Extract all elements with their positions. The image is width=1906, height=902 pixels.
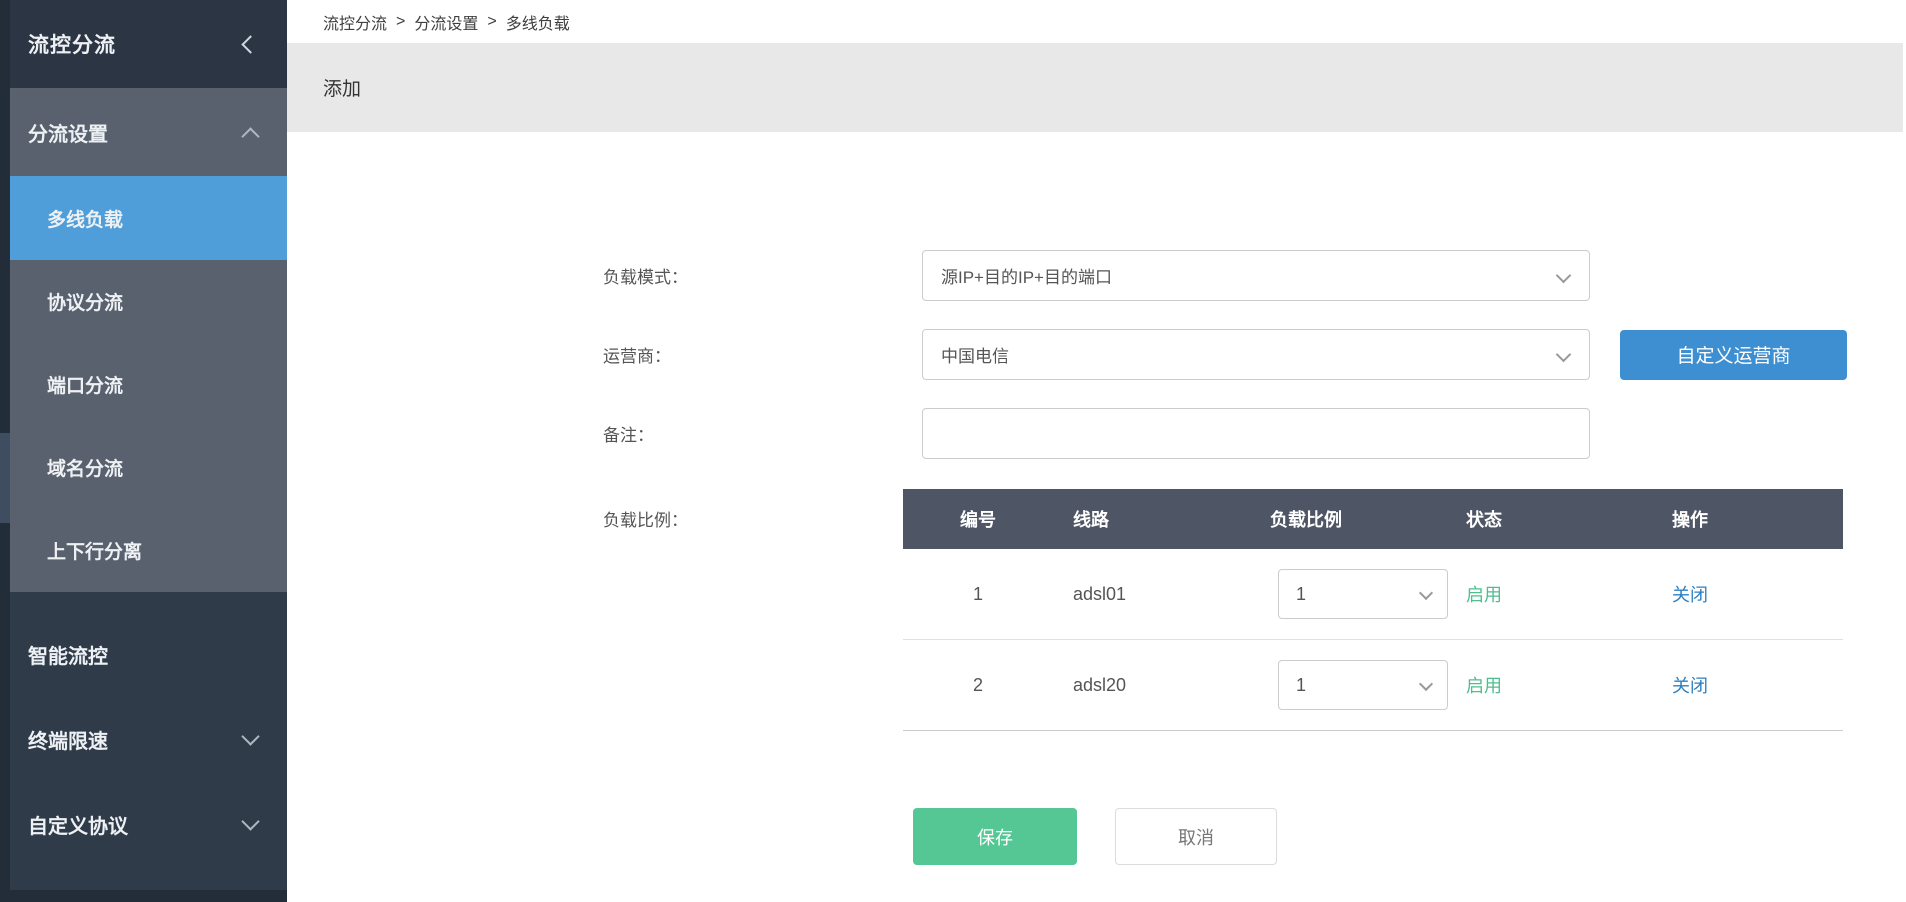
sidebar-subitem-label: 域名分流 bbox=[47, 454, 123, 481]
page-header-band: 添加 bbox=[287, 43, 1903, 132]
breadcrumb-separator: > bbox=[487, 13, 496, 31]
form-row-load-mode: 负载模式： 源IP+目的IP+目的端口 bbox=[603, 250, 1906, 301]
sidebar-scrollbar-thumb[interactable] bbox=[0, 433, 10, 523]
breadcrumb-item-flow-control[interactable]: 流控分流 bbox=[323, 10, 387, 34]
form-actions: 保存 取消 bbox=[913, 808, 1906, 865]
chevron-down-icon bbox=[1419, 677, 1433, 691]
status-enabled-toggle[interactable]: 启用 bbox=[1466, 676, 1502, 696]
sidebar-item-label: 分流设置 bbox=[28, 118, 108, 147]
sidebar-subitem-label: 端口分流 bbox=[47, 371, 123, 398]
breadcrumb-item-shunt-settings[interactable]: 分流设置 bbox=[414, 10, 478, 34]
isp-label: 运营商： bbox=[603, 342, 922, 367]
sidebar-item-updown-split[interactable]: 上下行分离 bbox=[0, 509, 287, 592]
page-title: 添加 bbox=[323, 74, 361, 101]
cancel-button[interactable]: 取消 bbox=[1115, 808, 1277, 865]
col-header-line: 线路 bbox=[1053, 506, 1243, 532]
row-line-name: adsl01 bbox=[1053, 584, 1243, 605]
isp-selected-value: 中国电信 bbox=[941, 342, 1009, 367]
col-header-action: 操作 bbox=[1598, 506, 1843, 532]
close-line-link[interactable]: 关闭 bbox=[1672, 676, 1708, 696]
sidebar-item-domain-shunt[interactable]: 域名分流 bbox=[0, 426, 287, 509]
chevron-up-icon bbox=[241, 127, 259, 145]
sidebar-item-label: 自定义协议 bbox=[28, 810, 128, 839]
table-row: 1 adsl01 1 启用 关闭 bbox=[903, 549, 1843, 640]
breadcrumb: 流控分流 > 分流设置 > 多线负载 bbox=[287, 0, 1906, 43]
form-row-isp: 运营商： 中国电信 自定义运营商 bbox=[603, 329, 1906, 380]
isp-select[interactable]: 中国电信 bbox=[922, 329, 1590, 380]
add-form: 负载模式： 源IP+目的IP+目的端口 运营商： 中国电信 自定义运营商 备注： bbox=[287, 250, 1906, 865]
sidebar-item-terminal-speed-limit[interactable]: 终端限速 bbox=[0, 697, 287, 782]
row-line-name: adsl20 bbox=[1053, 675, 1243, 696]
chevron-down-icon bbox=[1556, 268, 1572, 284]
sidebar-subitem-label: 协议分流 bbox=[47, 288, 123, 315]
sidebar-item-shunt-settings[interactable]: 分流设置 bbox=[0, 88, 287, 176]
main-content: 流控分流 > 分流设置 > 多线负载 添加 负载模式： 源IP+目的IP+目的端… bbox=[287, 0, 1906, 902]
remark-input[interactable] bbox=[922, 408, 1590, 459]
load-mode-label: 负载模式： bbox=[603, 263, 922, 288]
row-status-cell: 启用 bbox=[1458, 672, 1598, 698]
close-line-link[interactable]: 关闭 bbox=[1672, 585, 1708, 605]
chevron-down-icon bbox=[241, 812, 259, 830]
sidebar-item-label: 智能流控 bbox=[28, 640, 108, 669]
sidebar-item-multiline-load[interactable]: 多线负载 bbox=[0, 176, 287, 260]
sidebar-item-port-shunt[interactable]: 端口分流 bbox=[0, 343, 287, 426]
table-header-row: 编号 线路 负载比例 状态 操作 bbox=[903, 489, 1843, 549]
row-ratio-cell: 1 bbox=[1243, 660, 1458, 710]
sidebar-footer-strip bbox=[0, 890, 287, 902]
sidebar: 流控分流 分流设置 多线负载 协议分流 端口分流 域名分流 上下行分离 bbox=[0, 0, 287, 902]
load-mode-selected-value: 源IP+目的IP+目的端口 bbox=[941, 263, 1112, 288]
sidebar-group-shunt-settings: 分流设置 多线负载 协议分流 端口分流 域名分流 上下行分离 bbox=[0, 88, 287, 592]
form-row-load-ratio: 负载比例： 编号 线路 负载比例 状态 操作 1 adsl01 bbox=[593, 489, 1906, 731]
remark-label: 备注： bbox=[603, 421, 922, 446]
chevron-down-icon bbox=[1556, 347, 1572, 363]
status-enabled-toggle[interactable]: 启用 bbox=[1466, 585, 1502, 605]
app-window: 流控分流 分流设置 多线负载 协议分流 端口分流 域名分流 上下行分离 bbox=[0, 0, 1906, 902]
sidebar-item-smart-flow-control[interactable]: 智能流控 bbox=[0, 612, 287, 697]
col-header-status: 状态 bbox=[1458, 506, 1598, 532]
table-row: 2 adsl20 1 启用 关闭 bbox=[903, 640, 1843, 731]
ratio-select[interactable]: 1 bbox=[1278, 660, 1448, 710]
breadcrumb-item-multiline-load[interactable]: 多线负载 bbox=[506, 10, 570, 34]
sidebar-module-title[interactable]: 流控分流 bbox=[0, 0, 287, 88]
sidebar-scrollbar-track[interactable] bbox=[0, 0, 10, 902]
ratio-selected-value: 1 bbox=[1296, 584, 1306, 605]
ratio-selected-value: 1 bbox=[1296, 675, 1306, 696]
row-status-cell: 启用 bbox=[1458, 581, 1598, 607]
row-action-cell: 关闭 bbox=[1598, 672, 1843, 698]
load-mode-select[interactable]: 源IP+目的IP+目的端口 bbox=[922, 250, 1590, 301]
form-row-remark: 备注： bbox=[603, 408, 1906, 459]
sidebar-subitem-label: 上下行分离 bbox=[47, 537, 142, 564]
custom-isp-button[interactable]: 自定义运营商 bbox=[1620, 330, 1847, 380]
sidebar-item-label: 终端限速 bbox=[28, 725, 108, 754]
chevron-down-icon bbox=[241, 727, 259, 745]
save-button[interactable]: 保存 bbox=[913, 808, 1077, 865]
sidebar-item-custom-protocol[interactable]: 自定义协议 bbox=[0, 782, 287, 867]
sidebar-lower-items: 智能流控 终端限速 自定义协议 bbox=[0, 592, 287, 867]
col-header-ratio: 负载比例 bbox=[1243, 506, 1458, 532]
load-ratio-table: 编号 线路 负载比例 状态 操作 1 adsl01 1 bbox=[903, 489, 1843, 731]
ratio-select[interactable]: 1 bbox=[1278, 569, 1448, 619]
sidebar-item-protocol-shunt[interactable]: 协议分流 bbox=[0, 260, 287, 343]
collapse-sidebar-icon[interactable] bbox=[241, 35, 259, 53]
row-ratio-cell: 1 bbox=[1243, 569, 1458, 619]
sidebar-subitem-label: 多线负载 bbox=[47, 205, 123, 232]
row-number: 1 bbox=[903, 584, 1053, 605]
chevron-down-icon bbox=[1419, 586, 1433, 600]
load-ratio-label: 负载比例： bbox=[593, 489, 903, 531]
col-header-number: 编号 bbox=[903, 506, 1053, 532]
sidebar-module-title-label: 流控分流 bbox=[28, 29, 116, 59]
breadcrumb-separator: > bbox=[396, 13, 405, 31]
row-action-cell: 关闭 bbox=[1598, 581, 1843, 607]
row-number: 2 bbox=[903, 675, 1053, 696]
